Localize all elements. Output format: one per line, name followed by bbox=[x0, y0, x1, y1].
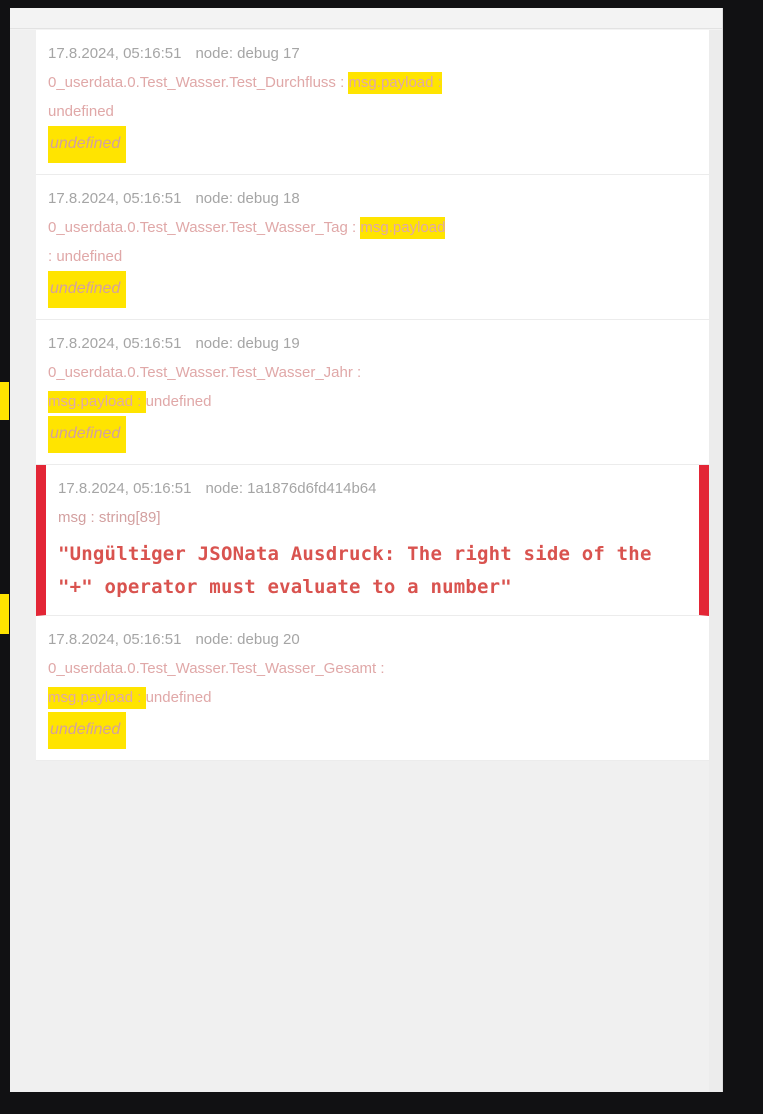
message-property: msg.payload : bbox=[48, 391, 146, 413]
message-error-body: "Ungültiger JSONata Ausdruck: The right … bbox=[58, 543, 664, 598]
debug-toolbar bbox=[10, 8, 722, 29]
message-error-type: msg : string[89] bbox=[58, 509, 161, 526]
message-value: undefined bbox=[48, 416, 127, 453]
message-type-hint: : undefined bbox=[48, 248, 123, 265]
message-node-label: node: debug 18 bbox=[195, 190, 300, 207]
message-property-suffix: : bbox=[133, 689, 146, 706]
debug-message-list[interactable]: 17.8.2024, 05:16:51 node: debug 17 0_user… bbox=[10, 30, 722, 1092]
message-topic: 0_userdata.0.Test_Wasser.Test_Durchfluss bbox=[48, 74, 336, 91]
debug-message-row[interactable]: 17.8.2024, 05:16:51 node: debug 19 0_user… bbox=[36, 320, 709, 465]
message-topic-line: 0_userdata.0.Test_Wasser.Test_Wasser_Ges… bbox=[48, 654, 699, 712]
debug-message-row[interactable]: 17.8.2024, 05:16:51 node: debug 20 0_user… bbox=[36, 616, 709, 761]
message-timestamp: 17.8.2024, 05:16:51 bbox=[58, 480, 192, 497]
message-property: msg.payload bbox=[360, 217, 446, 239]
message-type-hint: undefined bbox=[48, 103, 114, 120]
message-node-label: node: 1a1876d6fd414b64 bbox=[205, 480, 377, 497]
find-highlight-sliver-1 bbox=[0, 382, 9, 420]
message-value: undefined bbox=[48, 126, 127, 163]
message-timestamp: 17.8.2024, 05:16:51 bbox=[48, 335, 182, 352]
page-root: 17.8.2024, 05:16:51 node: debug 17 0_user… bbox=[0, 0, 763, 1114]
message-node-label: node: debug 19 bbox=[195, 335, 300, 352]
message-topic: 0_userdata.0.Test_Wasser.Test_Wasser_Jah… bbox=[48, 364, 353, 381]
message-node-label: node: debug 20 bbox=[195, 631, 300, 648]
find-highlight-sliver-2 bbox=[0, 594, 9, 634]
debug-scrollbar[interactable] bbox=[709, 30, 722, 1092]
message-topic-line: 0_userdata.0.Test_Wasser.Test_Wasser_Jah… bbox=[48, 358, 699, 416]
message-meta: 17.8.2024, 05:16:51 node: 1a1876d6fd414b6… bbox=[58, 474, 689, 503]
message-separator: : bbox=[335, 74, 349, 91]
message-value-line: undefined bbox=[48, 271, 699, 308]
message-separator: : bbox=[352, 364, 362, 381]
message-topic-line: 0_userdata.0.Test_Wasser.Test_Wasser_Tag… bbox=[48, 213, 699, 271]
debug-message-row[interactable]: 17.8.2024, 05:16:51 node: debug 17 0_user… bbox=[36, 30, 709, 175]
message-property-text: msg.payload bbox=[48, 689, 134, 706]
message-property-suffix: : bbox=[433, 74, 442, 91]
message-value-line: undefined bbox=[48, 416, 699, 453]
message-separator: : bbox=[376, 660, 385, 677]
message-meta: 17.8.2024, 05:16:51 node: debug 20 bbox=[48, 625, 699, 654]
message-value-line: undefined bbox=[48, 126, 699, 163]
debug-message-row-error[interactable]: 17.8.2024, 05:16:51 node: 1a1876d6fd414b6… bbox=[36, 465, 709, 616]
message-property: msg.payload : bbox=[48, 687, 146, 709]
debug-sidebar-panel: 17.8.2024, 05:16:51 node: debug 17 0_user… bbox=[10, 8, 723, 1092]
message-property-text: msg.payload bbox=[48, 393, 134, 410]
message-separator: : bbox=[347, 219, 361, 236]
message-meta: 17.8.2024, 05:16:51 node: debug 19 bbox=[48, 329, 699, 358]
message-topic-line: 0_userdata.0.Test_Wasser.Test_Durchfluss… bbox=[48, 68, 699, 126]
message-meta: 17.8.2024, 05:16:51 node: debug 17 bbox=[48, 39, 699, 68]
message-value: undefined bbox=[48, 712, 127, 749]
message-property-text: msg.payload bbox=[348, 74, 434, 91]
message-value-line: undefined bbox=[48, 712, 699, 749]
message-property-text: msg.payload bbox=[360, 219, 446, 236]
message-value: undefined bbox=[48, 271, 127, 308]
message-type-hint: undefined bbox=[145, 393, 212, 410]
message-timestamp: 17.8.2024, 05:16:51 bbox=[48, 45, 182, 62]
message-timestamp: 17.8.2024, 05:16:51 bbox=[48, 631, 182, 648]
message-node-label: node: debug 17 bbox=[195, 45, 300, 62]
message-topic: 0_userdata.0.Test_Wasser.Test_Wasser_Tag bbox=[48, 219, 348, 236]
message-property: msg.payload : bbox=[348, 72, 442, 94]
message-topic: 0_userdata.0.Test_Wasser.Test_Wasser_Ges… bbox=[48, 660, 377, 677]
message-property-suffix: : bbox=[133, 393, 146, 410]
debug-message-row[interactable]: 17.8.2024, 05:16:51 node: debug 18 0_user… bbox=[36, 175, 709, 320]
message-type-hint: undefined bbox=[145, 689, 212, 706]
message-meta: 17.8.2024, 05:16:51 node: debug 18 bbox=[48, 184, 699, 213]
message-timestamp: 17.8.2024, 05:16:51 bbox=[48, 190, 182, 207]
